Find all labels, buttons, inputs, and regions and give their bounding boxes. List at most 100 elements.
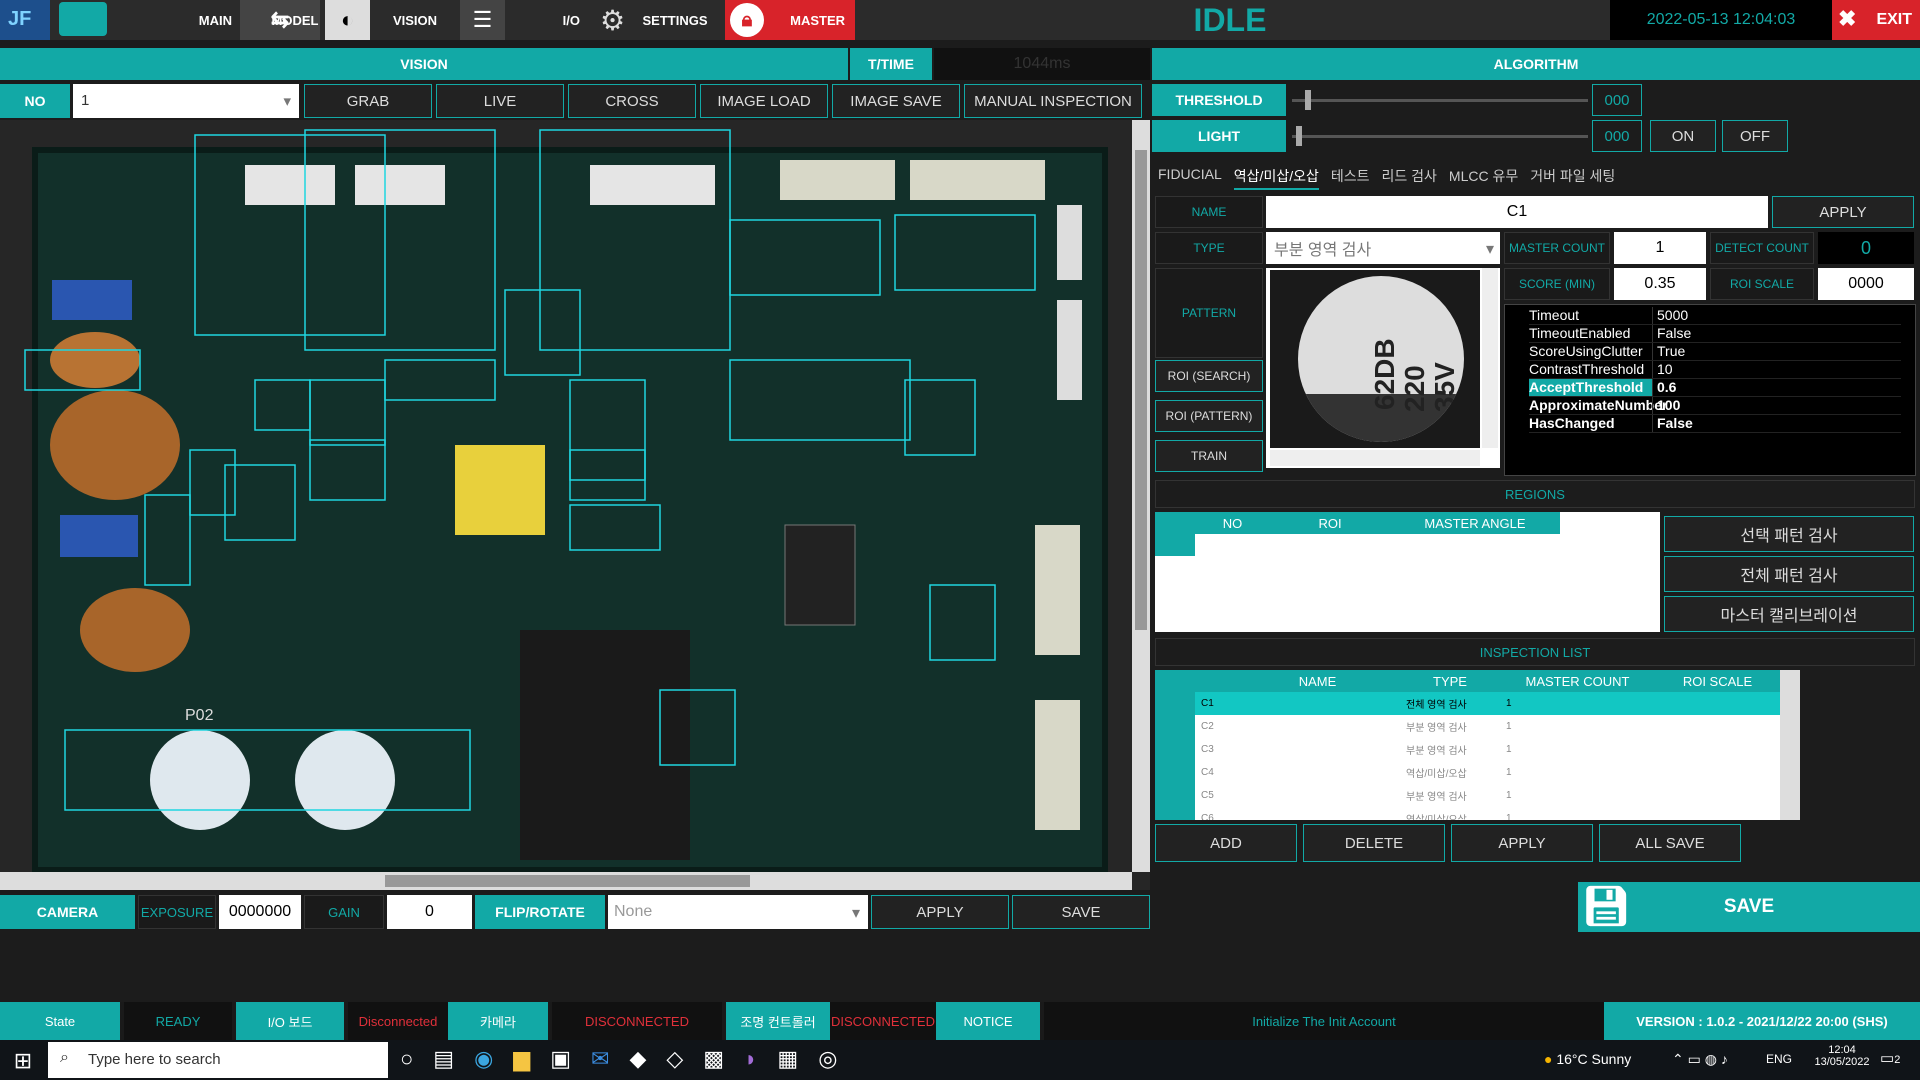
edge-icon[interactable]: ◉: [474, 1046, 493, 1072]
tab-mlcc[interactable]: MLCC 유무: [1449, 166, 1518, 190]
live-button[interactable]: LIVE: [436, 84, 564, 118]
property-value[interactable]: 100: [1652, 397, 1901, 414]
notification-button[interactable]: ▭2: [1880, 1049, 1900, 1067]
table-row[interactable]: C3 부분 영역 검사 1: [1195, 738, 1780, 761]
table-row[interactable]: C1 전체 영역 검사 1: [1195, 692, 1780, 715]
property-row[interactable]: ApproximateNumber 100: [1529, 397, 1901, 415]
property-row[interactable]: ScoreUsingClutter True: [1529, 343, 1901, 361]
cross-button[interactable]: CROSS: [568, 84, 696, 118]
type-select[interactable]: 부분 영역 검사 ▾: [1266, 232, 1500, 264]
clock[interactable]: 12:04 13/05/2022: [1812, 1044, 1872, 1068]
main-button[interactable]: MAIN: [55, 0, 240, 40]
camera-apply-button[interactable]: APPLY: [871, 895, 1009, 929]
property-value[interactable]: 0.6: [1652, 379, 1901, 396]
master-count-input[interactable]: 1: [1614, 232, 1706, 264]
property-row[interactable]: HasChanged False: [1529, 415, 1901, 433]
all-pattern-inspect-button[interactable]: 전체 패턴 검사: [1664, 556, 1914, 592]
property-value[interactable]: False: [1652, 415, 1901, 432]
manual-inspection-button[interactable]: MANUAL INSPECTION: [964, 84, 1142, 118]
app-icon[interactable]: ▦: [777, 1046, 798, 1072]
taskbar-search[interactable]: ⌕ Type here to search: [48, 1042, 388, 1078]
app-icon[interactable]: ◇: [666, 1046, 683, 1072]
tab-test[interactable]: 테스트: [1331, 166, 1370, 190]
camera-app-icon[interactable]: ◎: [818, 1046, 837, 1072]
io-button[interactable]: I/O: [510, 0, 590, 40]
slider-thumb[interactable]: [1304, 90, 1311, 110]
gear-icon[interactable]: ⚙: [590, 0, 635, 40]
property-grid[interactable]: Timeout 5000 TimeoutEnabled False ScoreUsing…: [1504, 304, 1916, 476]
add-button[interactable]: ADD: [1155, 824, 1297, 862]
name-apply-button[interactable]: APPLY: [1772, 196, 1914, 228]
threshold-slider[interactable]: [1290, 84, 1590, 116]
task-view-icon[interactable]: ○: [400, 1046, 413, 1072]
light-on-button[interactable]: ON: [1650, 120, 1716, 152]
visual-studio-icon[interactable]: ◗: [744, 1046, 757, 1072]
image-load-button[interactable]: IMAGE LOAD: [700, 84, 828, 118]
language[interactable]: ENG: [1766, 1052, 1792, 1066]
vision-icon[interactable]: ◐: [325, 0, 370, 40]
light-off-button[interactable]: OFF: [1722, 120, 1788, 152]
inspection-scrollbar[interactable]: [1780, 670, 1800, 820]
property-value[interactable]: 5000: [1652, 307, 1901, 324]
tray-icons[interactable]: ⌃ ▭ ◍ ♪: [1672, 1051, 1728, 1068]
roi-search-button[interactable]: ROI (SEARCH): [1155, 360, 1263, 392]
name-input[interactable]: C1: [1266, 196, 1768, 228]
sliders-icon[interactable]: ☰: [460, 0, 505, 40]
flip-rotate-select[interactable]: None ▾: [608, 895, 868, 929]
property-row[interactable]: AcceptThreshold 0.6: [1529, 379, 1901, 397]
tab-lead-inspection[interactable]: 리드 검사: [1382, 166, 1437, 190]
table-row[interactable]: C2 부분 영역 검사 1: [1195, 715, 1780, 738]
windows-icon[interactable]: ⊞: [10, 1048, 36, 1074]
inspection-apply-button[interactable]: APPLY: [1451, 824, 1593, 862]
exposure-input[interactable]: 0000000: [219, 895, 301, 929]
table-row[interactable]: C4 역삽/미삽/오삽 1: [1195, 761, 1780, 784]
table-row[interactable]: C6 역삽/미삽/오삽 1: [1195, 807, 1780, 820]
image-viewer[interactable]: P02: [0, 120, 1150, 890]
inspection-table[interactable]: NAME TYPE MASTER COUNT ROI SCALE C1 전체 영역…: [1155, 670, 1800, 820]
settings-button[interactable]: SETTINGS: [635, 0, 715, 40]
property-value[interactable]: True: [1652, 343, 1901, 360]
property-row[interactable]: ContrastThreshold 10: [1529, 361, 1901, 379]
score-input[interactable]: 0.35: [1614, 268, 1706, 300]
vertical-scrollbar[interactable]: [1132, 120, 1150, 872]
property-value[interactable]: False: [1652, 325, 1901, 342]
mail-icon[interactable]: ✉: [591, 1046, 609, 1072]
image-save-button[interactable]: IMAGE SAVE: [832, 84, 960, 118]
select-pattern-inspect-button[interactable]: 선택 패턴 검사: [1664, 516, 1914, 552]
tab-fiducial[interactable]: FIDUCIAL: [1158, 166, 1222, 190]
no-select[interactable]: 1 ▾: [73, 84, 299, 118]
exit-button[interactable]: ✖ EXIT: [1832, 0, 1920, 40]
slider-thumb[interactable]: [1295, 126, 1302, 146]
roi-scale-input[interactable]: 0000: [1818, 268, 1914, 300]
vision-tab-button[interactable]: VISION: [370, 0, 460, 40]
pattern-vscroll[interactable]: [1482, 268, 1498, 448]
roi-pattern-button[interactable]: ROI (PATTERN): [1155, 400, 1263, 432]
horizontal-scrollbar[interactable]: [0, 872, 1132, 890]
gain-input[interactable]: 0: [387, 895, 472, 929]
master-calibration-button[interactable]: 마스터 캘리브레이션: [1664, 596, 1914, 632]
widgets-icon[interactable]: ▤: [433, 1046, 454, 1072]
all-save-button[interactable]: ALL SAVE: [1599, 824, 1741, 862]
light-slider[interactable]: [1290, 120, 1590, 152]
file-explorer-icon[interactable]: ▆: [513, 1046, 530, 1072]
pattern-hscroll[interactable]: [1270, 450, 1480, 466]
grab-button[interactable]: GRAB: [304, 84, 432, 118]
regions-table[interactable]: NO ROI MASTER ANGLE: [1155, 512, 1660, 632]
tab-gerber[interactable]: 거버 파일 세팅: [1530, 166, 1615, 190]
table-row[interactable]: C5 부분 영역 검사 1: [1195, 784, 1780, 807]
property-row[interactable]: Timeout 5000: [1529, 307, 1901, 325]
app-icon[interactable]: ▩: [703, 1046, 724, 1072]
store-icon[interactable]: ▣: [550, 1046, 571, 1072]
model-button[interactable]: MODEL: [270, 0, 320, 40]
delete-button[interactable]: DELETE: [1303, 824, 1445, 862]
property-value[interactable]: 10: [1652, 361, 1901, 378]
save-button[interactable]: 💾︎ SAVE: [1578, 882, 1920, 932]
app-icon[interactable]: ◆: [629, 1046, 646, 1072]
camera-save-button[interactable]: SAVE: [1012, 895, 1150, 929]
train-button[interactable]: TRAIN: [1155, 440, 1263, 472]
weather[interactable]: ● 16°C Sunny: [1544, 1051, 1631, 1067]
transformer: [455, 445, 545, 535]
property-row[interactable]: TimeoutEnabled False: [1529, 325, 1901, 343]
tab-reverse-insert[interactable]: 역삽/미삽/오삽: [1233, 166, 1319, 190]
master-button[interactable]: 🔒︎ MASTER: [725, 0, 855, 40]
